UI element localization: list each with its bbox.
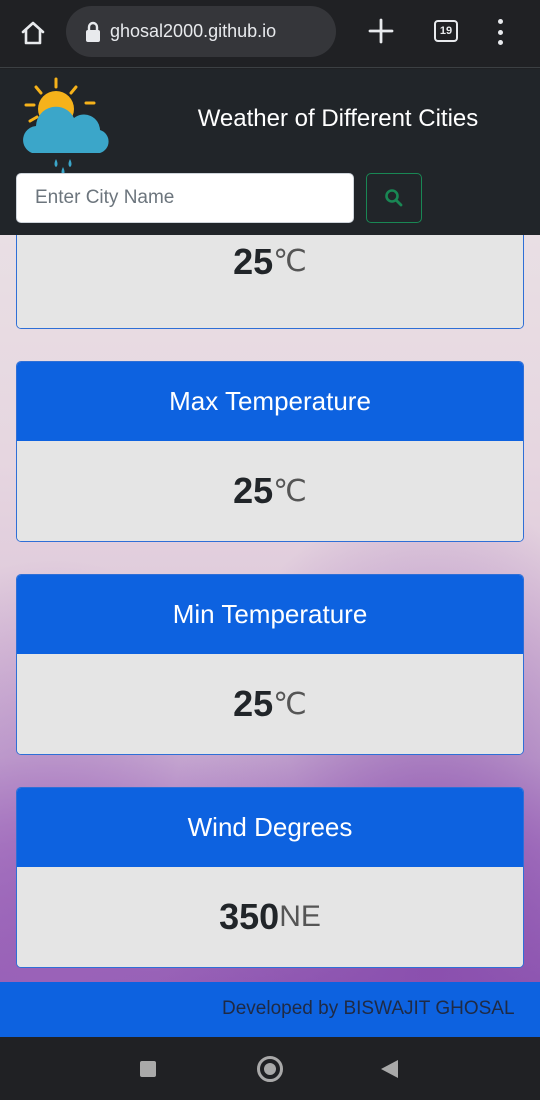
card-body: 25 ℃ <box>17 654 523 754</box>
card-header: Max Temperature <box>17 362 523 441</box>
temperature-value: 25 <box>233 240 274 282</box>
app-header: Weather of Different Cities <box>0 69 540 235</box>
nav-recents-icon[interactable] <box>140 1061 156 1077</box>
max-temperature-unit: ℃ <box>273 474 307 508</box>
home-icon[interactable] <box>16 16 50 50</box>
card-body: 25 ℃ <box>17 235 523 328</box>
tab-switcher-button[interactable]: 19 <box>434 20 458 42</box>
search-button[interactable] <box>366 173 422 223</box>
footer: Developed by BISWAJIT GHOSAL <box>0 982 540 1037</box>
search-icon <box>385 189 403 207</box>
card-body: 25 ℃ <box>17 441 523 541</box>
new-tab-plus-icon[interactable] <box>364 14 398 48</box>
min-temperature-card: Min Temperature 25 ℃ <box>16 574 524 755</box>
temperature-unit: ℃ <box>273 245 307 278</box>
nav-back-icon[interactable] <box>381 1060 398 1078</box>
address-bar[interactable]: ghosal2000.github.io <box>66 6 336 57</box>
wind-degrees-card: Wind Degrees 350 NE <box>16 787 524 968</box>
temperature-card: 25 ℃ <box>16 235 524 329</box>
weather-cards-area: 25 ℃ Max Temperature 25 ℃ Min Temperature … <box>0 235 540 982</box>
lock-icon <box>86 21 100 42</box>
city-search-input[interactable] <box>16 173 354 223</box>
card-body: 350 NE <box>17 867 523 967</box>
wind-direction-unit: NE <box>279 900 321 933</box>
system-nav-bar <box>0 1037 540 1100</box>
card-header: Min Temperature <box>17 575 523 654</box>
url-text: ghosal2000.github.io <box>110 21 277 41</box>
min-temperature-unit: ℃ <box>273 687 307 721</box>
min-temperature-value: 25 <box>233 683 274 724</box>
more-vert-icon[interactable] <box>490 17 510 47</box>
card-header: Wind Degrees <box>17 788 523 867</box>
page-title: Weather of Different Cities <box>197 105 479 132</box>
browser-toolbar: ghosal2000.github.io 19 <box>0 0 540 68</box>
max-temperature-value: 25 <box>233 470 274 511</box>
wind-degrees-value: 350 <box>219 896 280 937</box>
footer-credit: Developed by BISWAJIT GHOSAL <box>222 998 515 1019</box>
nav-home-icon[interactable] <box>257 1056 283 1082</box>
max-temperature-card: Max Temperature 25 ℃ <box>16 361 524 542</box>
weather-logo-icon <box>23 77 109 175</box>
